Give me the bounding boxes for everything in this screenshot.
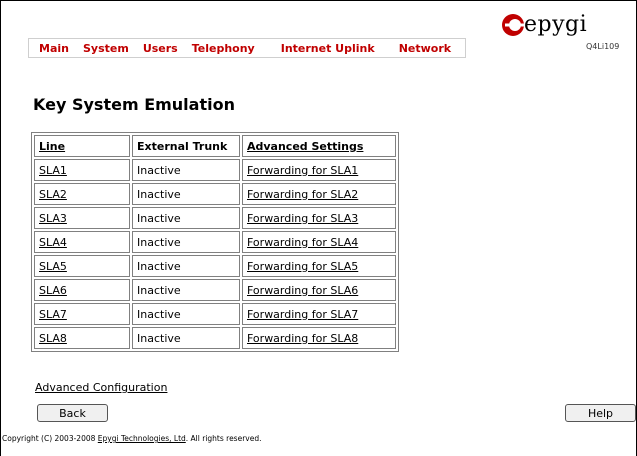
table-cell: Inactive bbox=[132, 183, 240, 205]
menu-item-main[interactable]: Main bbox=[39, 42, 69, 55]
forwarding-settings-link[interactable]: Forwarding for SLA1 bbox=[247, 164, 358, 177]
table-cell: Forwarding for SLA6 bbox=[242, 279, 396, 301]
external-trunk-status: Inactive bbox=[137, 331, 181, 345]
table-cell: SLA7 bbox=[34, 303, 130, 325]
window-left-border bbox=[0, 0, 1, 456]
page-title: Key System Emulation bbox=[33, 95, 235, 114]
column-header-line[interactable]: Line bbox=[34, 135, 130, 157]
window-top-border bbox=[0, 0, 637, 1]
table-row: SLA3 Inactive Forwarding for SLA3 bbox=[34, 207, 396, 229]
sla-line-link[interactable]: SLA8 bbox=[39, 332, 67, 345]
table-cell: Forwarding for SLA5 bbox=[242, 255, 396, 277]
forwarding-settings-link[interactable]: Forwarding for SLA2 bbox=[247, 188, 358, 201]
forwarding-settings-link[interactable]: Forwarding for SLA7 bbox=[247, 308, 358, 321]
external-trunk-status: Inactive bbox=[137, 187, 181, 201]
sla-line-link[interactable]: SLA3 bbox=[39, 212, 67, 225]
table-cell: Forwarding for SLA3 bbox=[242, 207, 396, 229]
device-model-label: Q4Li109 bbox=[586, 42, 620, 51]
external-trunk-status: Inactive bbox=[137, 259, 181, 273]
sla-line-link[interactable]: SLA7 bbox=[39, 308, 67, 321]
table-cell: SLA4 bbox=[34, 231, 130, 253]
company-link[interactable]: Epygi Technologies, Ltd bbox=[98, 434, 186, 443]
table-cell: Forwarding for SLA8 bbox=[242, 327, 396, 349]
copyright-prefix: Copyright (C) 2003-2008 bbox=[2, 434, 98, 443]
table-cell: Inactive bbox=[132, 327, 240, 349]
sla-line-link[interactable]: SLA1 bbox=[39, 164, 67, 177]
menu-item-internet-uplink[interactable]: Internet Uplink bbox=[281, 42, 375, 55]
column-header-advanced-settings[interactable]: Advanced Settings bbox=[242, 135, 396, 157]
forwarding-settings-link[interactable]: Forwarding for SLA3 bbox=[247, 212, 358, 225]
table-cell: SLA1 bbox=[34, 159, 130, 181]
table-cell: Forwarding for SLA4 bbox=[242, 231, 396, 253]
forwarding-settings-link[interactable]: Forwarding for SLA6 bbox=[247, 284, 358, 297]
table-cell: SLA2 bbox=[34, 183, 130, 205]
back-button[interactable]: Back bbox=[37, 404, 108, 422]
table-cell: Inactive bbox=[132, 255, 240, 277]
copyright-suffix: . All rights reserved. bbox=[185, 434, 262, 443]
table-cell: SLA3 bbox=[34, 207, 130, 229]
forwarding-settings-link[interactable]: Forwarding for SLA5 bbox=[247, 260, 358, 273]
table-row: SLA6 Inactive Forwarding for SLA6 bbox=[34, 279, 396, 301]
table-row: SLA5 Inactive Forwarding for SLA5 bbox=[34, 255, 396, 277]
table-cell: Inactive bbox=[132, 231, 240, 253]
table-cell: Inactive bbox=[132, 207, 240, 229]
copyright-footer: Copyright (C) 2003-2008 Epygi Technologi… bbox=[2, 434, 261, 443]
sla-line-link[interactable]: SLA2 bbox=[39, 188, 67, 201]
table-cell: SLA8 bbox=[34, 327, 130, 349]
table-cell: Inactive bbox=[132, 159, 240, 181]
external-trunk-status: Inactive bbox=[137, 163, 181, 177]
table-row: SLA2 Inactive Forwarding for SLA2 bbox=[34, 183, 396, 205]
menu-item-system[interactable]: System bbox=[83, 42, 129, 55]
table-row: SLA7 Inactive Forwarding for SLA7 bbox=[34, 303, 396, 325]
external-trunk-status: Inactive bbox=[137, 211, 181, 225]
external-trunk-status: Inactive bbox=[137, 307, 181, 321]
table-cell: Forwarding for SLA1 bbox=[242, 159, 396, 181]
advanced-configuration-link[interactable]: Advanced Configuration bbox=[35, 381, 167, 394]
table-header-row: Line External Trunk Advanced Settings bbox=[34, 135, 396, 157]
table-cell: SLA5 bbox=[34, 255, 130, 277]
main-menu-bar: Main System Users Telephony Internet Upl… bbox=[28, 38, 466, 58]
menu-item-network[interactable]: Network bbox=[399, 42, 451, 55]
sla-line-link[interactable]: SLA4 bbox=[39, 236, 67, 249]
table-cell: Forwarding for SLA2 bbox=[242, 183, 396, 205]
column-header-external-trunk: External Trunk bbox=[132, 135, 240, 157]
external-trunk-status: Inactive bbox=[137, 283, 181, 297]
table-row: SLA8 Inactive Forwarding for SLA8 bbox=[34, 327, 396, 349]
epygi-logo: epygi Q4Li109 bbox=[500, 8, 620, 58]
sla-line-link[interactable]: SLA5 bbox=[39, 260, 67, 273]
menu-item-users[interactable]: Users bbox=[143, 42, 178, 55]
sla-line-link[interactable]: SLA6 bbox=[39, 284, 67, 297]
table-cell: Forwarding for SLA7 bbox=[242, 303, 396, 325]
sla-lines-table: Line External Trunk Advanced Settings SL… bbox=[31, 132, 399, 352]
table-cell: Inactive bbox=[132, 279, 240, 301]
help-button[interactable]: Help bbox=[565, 404, 636, 422]
external-trunk-status: Inactive bbox=[137, 235, 181, 249]
table-cell: SLA6 bbox=[34, 279, 130, 301]
menu-item-telephony[interactable]: Telephony bbox=[192, 42, 255, 55]
forwarding-settings-link[interactable]: Forwarding for SLA4 bbox=[247, 236, 358, 249]
table-row: SLA1 Inactive Forwarding for SLA1 bbox=[34, 159, 396, 181]
table-row: SLA4 Inactive Forwarding for SLA4 bbox=[34, 231, 396, 253]
forwarding-settings-link[interactable]: Forwarding for SLA8 bbox=[247, 332, 358, 345]
table-cell: Inactive bbox=[132, 303, 240, 325]
logo-wordmark: epygi bbox=[524, 12, 588, 37]
